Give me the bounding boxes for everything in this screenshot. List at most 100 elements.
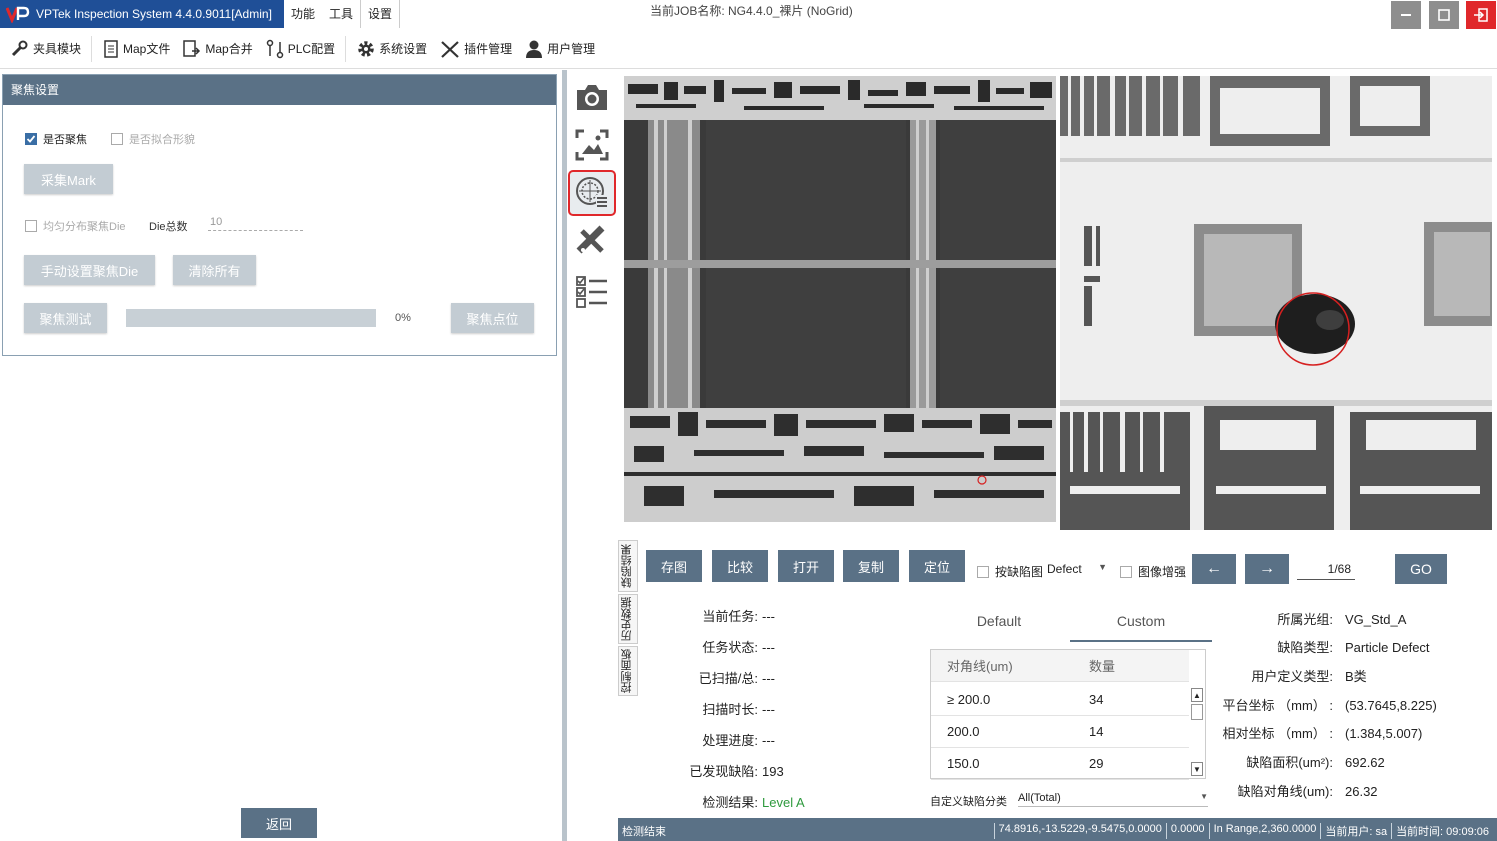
- minimize-button[interactable]: [1391, 1, 1421, 29]
- tab-history-data[interactable]: 历史数据: [618, 594, 638, 644]
- defect-info-row: 缺陷面积(um²): 692.62: [1205, 752, 1384, 771]
- toolbar-map-merge[interactable]: Map合并: [176, 34, 258, 64]
- toolbar-fixture-module[interactable]: 夹具模块: [4, 34, 87, 64]
- cell-diagonal: ≥ 200.0: [947, 692, 991, 707]
- camera-button[interactable]: [573, 78, 611, 116]
- manual-focus-die-button[interactable]: 手动设置聚焦Die: [24, 255, 155, 285]
- task-info-row: 扫描时长: ---: [678, 699, 775, 718]
- die-total-label: Die总数: [149, 221, 188, 233]
- next-defect-button[interactable]: →: [1245, 554, 1289, 584]
- defect-info-value: (53.7645,8.225): [1345, 698, 1437, 713]
- open-button[interactable]: 打开: [778, 550, 834, 582]
- status-bar: 检测结束 74.8916,-13.5229,-9.5475,0.0000 0.0…: [618, 818, 1497, 841]
- fit-topography-checkbox[interactable]: 是否拟合形貌: [111, 131, 195, 147]
- by-defect-map-checkbox[interactable]: 按缺陷图: [977, 563, 1043, 580]
- locate-button[interactable]: 定位: [909, 550, 965, 582]
- table-row[interactable]: ≥ 200.0 34: [931, 684, 1189, 716]
- maximize-button[interactable]: [1429, 1, 1459, 29]
- scroll-down-arrow-icon[interactable]: ▼: [1191, 762, 1203, 776]
- defect-type-select[interactable]: Defect ▼: [1047, 562, 1107, 576]
- exit-icon: [1474, 8, 1488, 22]
- checklist-button[interactable]: [573, 272, 611, 310]
- toolbar-user-label: 用户管理: [547, 42, 596, 56]
- toolbar-map-file[interactable]: Map文件: [96, 34, 176, 64]
- task-info-row: 已扫描/总: ---: [678, 668, 775, 687]
- focus-progress-bar: [126, 309, 376, 327]
- defect-info-label: 所属光组:: [1277, 612, 1333, 627]
- task-info-value: 193: [762, 764, 784, 779]
- tab-defect-results[interactable]: 缺陷结果: [618, 540, 638, 592]
- checkbox-box: [25, 220, 37, 232]
- back-button[interactable]: 返回: [241, 808, 317, 838]
- image-enhance-checkbox[interactable]: 图像增强: [1120, 563, 1186, 580]
- scroll-up-arrow-icon[interactable]: ▲: [1191, 688, 1203, 702]
- defect-info-label: 相对坐标 （mm） :: [1222, 726, 1334, 741]
- defect-info-value: Particle Defect: [1345, 640, 1430, 655]
- toolbar-user-manager[interactable]: 用户管理: [518, 34, 601, 64]
- defect-select-value: Defect: [1047, 562, 1082, 576]
- cell-diagonal: 200.0: [947, 724, 980, 739]
- tools-icon: [576, 225, 605, 254]
- save-image-button[interactable]: 存图: [646, 550, 702, 582]
- clear-all-button[interactable]: 清除所有: [173, 255, 256, 285]
- toolbar-plugin-manager[interactable]: 插件管理: [433, 34, 518, 64]
- defect-info-label: 缺陷类型:: [1277, 640, 1333, 655]
- menu-settings[interactable]: 设置: [360, 0, 401, 28]
- wafer-pattern: [624, 76, 1056, 522]
- checkbox-box: [25, 133, 37, 145]
- tab-control-panel[interactable]: 控制面板: [618, 646, 638, 696]
- task-info-label: 任务状态:: [702, 640, 758, 655]
- defect-info-row: 所属光组: VG_Std_A: [1205, 609, 1406, 628]
- task-info-label: 扫描时长:: [702, 702, 758, 717]
- menu-tools[interactable]: 工具: [322, 0, 360, 28]
- col-count-header: 数量: [1089, 659, 1116, 674]
- checkbox-box: [111, 133, 123, 145]
- focus-progress-text: 0%: [395, 312, 411, 324]
- focus-point-button[interactable]: 聚焦点位: [451, 303, 534, 333]
- focus-checkbox-label: 是否聚焦: [43, 134, 87, 146]
- task-info-label: 检测结果:: [702, 795, 758, 810]
- toolbar: 夹具模块 Map文件 Map合并 PLC配置 系统设置 插件管理 用户管理: [0, 29, 1497, 69]
- task-info-value: ---: [762, 640, 775, 655]
- compare-button[interactable]: 比较: [712, 550, 768, 582]
- defect-info-value: B类: [1345, 669, 1367, 684]
- custom-class-select[interactable]: All(Total) ▼: [1018, 792, 1208, 807]
- task-info-value: ---: [762, 671, 775, 686]
- tab-custom[interactable]: Custom: [1070, 613, 1212, 629]
- tools-button[interactable]: [573, 222, 611, 260]
- even-distribution-checkbox[interactable]: 均匀分布聚焦Die: [25, 218, 126, 234]
- wafer-overview-image[interactable]: [624, 76, 1056, 522]
- even-distribution-label: 均匀分布聚焦Die: [43, 221, 126, 233]
- tab-default[interactable]: Default: [930, 613, 1068, 629]
- image-crop-button[interactable]: [573, 126, 611, 164]
- defect-info-label: 平台坐标 （mm） :: [1222, 698, 1334, 713]
- side-icon-bar: [567, 70, 617, 540]
- tools-cross-icon: [441, 40, 459, 58]
- scrollbar-thumb[interactable]: [1191, 704, 1203, 720]
- exit-button[interactable]: [1466, 1, 1496, 29]
- menu-function[interactable]: 功能: [284, 0, 322, 28]
- toolbar-plc-config[interactable]: PLC配置: [259, 34, 341, 64]
- gear-icon: [358, 40, 374, 57]
- copy-button[interactable]: 复制: [843, 550, 899, 582]
- focus-settings-button[interactable]: [568, 170, 616, 216]
- status-range: In Range,2,360.0000: [1208, 823, 1321, 839]
- table-row[interactable]: 200.0 14: [931, 716, 1189, 748]
- capture-mark-button[interactable]: 采集Mark: [24, 164, 113, 194]
- status-message: 检测结束: [622, 826, 666, 838]
- die-total-input[interactable]: 10: [208, 216, 303, 231]
- status-value: 0.0000: [1165, 823, 1209, 839]
- toolbar-system-settings[interactable]: 系统设置: [350, 34, 433, 64]
- camera-icon: [577, 85, 607, 110]
- toolbar-map-merge-label: Map合并: [205, 42, 253, 56]
- defect-page-input[interactable]: 1/68: [1297, 562, 1355, 580]
- focus-test-button[interactable]: 聚焦测试: [24, 303, 107, 333]
- prev-defect-button[interactable]: ←: [1192, 554, 1236, 584]
- table-row[interactable]: 150.0 29: [931, 748, 1189, 780]
- focus-checkbox[interactable]: 是否聚焦: [25, 131, 87, 147]
- status-coordinates: 74.8916,-13.5229,-9.5475,0.0000: [993, 823, 1166, 839]
- go-button[interactable]: GO: [1395, 554, 1447, 584]
- defect-zoom-image[interactable]: [1060, 76, 1492, 530]
- defect-info-row: 缺陷类型: Particle Defect: [1205, 637, 1430, 656]
- stats-tabs: Default Custom: [930, 605, 1212, 643]
